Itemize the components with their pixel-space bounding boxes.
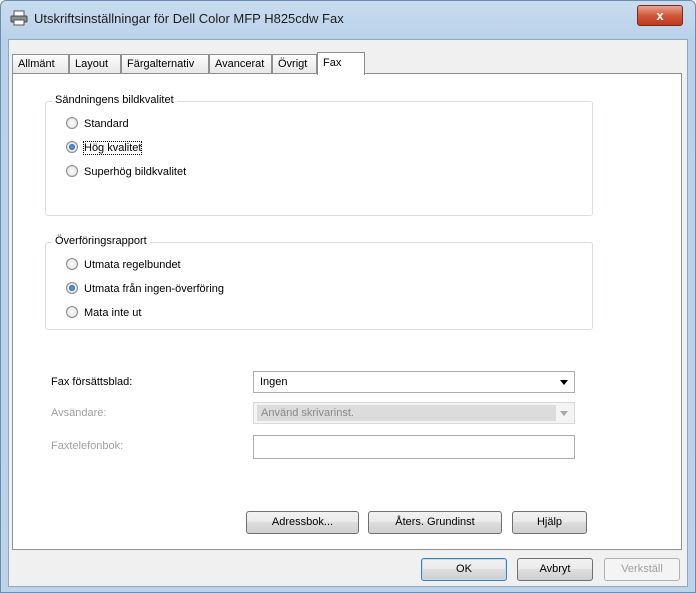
fax-cover-label: Fax försättsblad: bbox=[51, 376, 133, 388]
radio-mata-inte-ut-label: Mata inte ut bbox=[84, 307, 142, 319]
chevron-down-icon bbox=[560, 380, 568, 385]
phonebook-input[interactable] bbox=[253, 435, 575, 459]
addressbook-button[interactable]: Adressbok... bbox=[246, 511, 359, 534]
tab-avancerat[interactable]: Avancerat bbox=[209, 54, 272, 74]
radio-standard[interactable]: Standard bbox=[66, 116, 129, 132]
title-bar: Utskriftsinställningar för Dell Color MF… bbox=[1, 1, 695, 39]
tab-layout[interactable]: Layout bbox=[69, 54, 121, 74]
radio-superhog[interactable]: Superhög bildkvalitet bbox=[66, 164, 186, 180]
help-button[interactable]: Hjälp bbox=[512, 511, 587, 534]
radio-utmata-regelbundet[interactable]: Utmata regelbundet bbox=[66, 257, 181, 273]
tab-allmant[interactable]: Allmänt bbox=[12, 54, 69, 74]
radio-utmata-regelbundet-circle[interactable] bbox=[66, 258, 78, 270]
fax-tab-page: Sändningens bildkvalitet Standard Hög kv… bbox=[12, 73, 682, 550]
radio-superhog-circle[interactable] bbox=[66, 165, 78, 177]
radio-utmata-fran-ingen-label: Utmata från ingen-överföring bbox=[84, 283, 225, 295]
radio-utmata-fran-ingen[interactable]: Utmata från ingen-överföring bbox=[66, 281, 224, 297]
radio-mata-inte-ut[interactable]: Mata inte ut bbox=[66, 305, 141, 321]
quality-group-label: Sändningens bildkvalitet bbox=[52, 94, 177, 106]
radio-hog-kvalitet-label: Hög kvalitet bbox=[82, 141, 143, 155]
restore-defaults-button[interactable]: Åters. Grundinst bbox=[368, 511, 502, 534]
radio-standard-label: Standard bbox=[84, 118, 129, 130]
dialog-client: Allmänt Layout Färgalternativ Avancerat … bbox=[8, 39, 688, 587]
sender-value: Använd skrivarinst. bbox=[257, 405, 556, 421]
quality-groupbox: Sändningens bildkvalitet Standard Hög kv… bbox=[45, 94, 593, 216]
sender-dropdown[interactable]: Använd skrivarinst. bbox=[253, 402, 575, 424]
radio-standard-circle[interactable] bbox=[66, 117, 78, 129]
radio-utmata-regelbundet-label: Utmata regelbundet bbox=[84, 259, 181, 271]
sender-label: Avsändare: bbox=[51, 407, 107, 419]
close-button[interactable]: x bbox=[637, 5, 683, 26]
chevron-down-icon bbox=[560, 411, 568, 416]
phonebook-label: Faxtelefonbok: bbox=[51, 440, 124, 452]
report-group-label: Överföringsrapport bbox=[52, 235, 150, 247]
report-groupbox: Överföringsrapport Utmata regelbundet Ut… bbox=[45, 235, 593, 330]
cancel-button[interactable]: Avbryt bbox=[517, 558, 593, 581]
fax-cover-dropdown[interactable]: Ingen bbox=[253, 371, 575, 393]
window-title: Utskriftsinställningar för Dell Color MF… bbox=[34, 11, 344, 26]
dialog-window: Utskriftsinställningar för Dell Color MF… bbox=[0, 0, 696, 593]
tab-fax[interactable]: Fax bbox=[317, 52, 365, 75]
ok-button[interactable]: OK bbox=[421, 558, 507, 581]
tab-ovrigt[interactable]: Övrigt bbox=[272, 54, 317, 74]
radio-utmata-fran-ingen-circle[interactable] bbox=[66, 282, 78, 294]
fax-cover-value: Ingen bbox=[260, 376, 288, 388]
radio-hog-kvalitet-circle[interactable] bbox=[66, 141, 78, 153]
radio-hog-kvalitet[interactable]: Hög kvalitet bbox=[66, 140, 143, 156]
apply-button[interactable]: Verkställ bbox=[604, 558, 680, 581]
radio-superhog-label: Superhög bildkvalitet bbox=[84, 166, 187, 178]
radio-mata-inte-ut-circle[interactable] bbox=[66, 306, 78, 318]
printer-icon bbox=[10, 10, 28, 26]
tab-fargalternativ[interactable]: Färgalternativ bbox=[121, 54, 209, 74]
